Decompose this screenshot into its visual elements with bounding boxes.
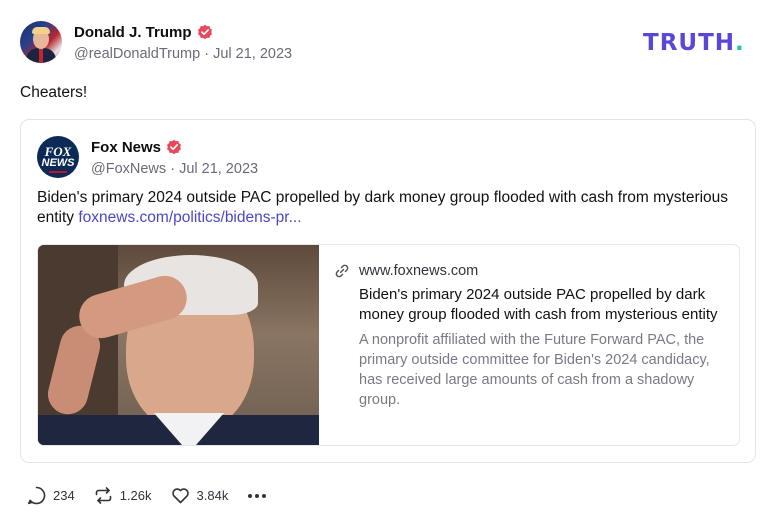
truth-logo[interactable]: TRUTH. [643,30,745,56]
logo-text: TRUTH [643,30,736,56]
link-domain-row: www.foxnews.com [334,261,724,281]
quoted-author-name-row: Fox News [91,137,258,157]
reply-button[interactable]: 234 [26,485,75,506]
quoted-author-block: Fox News @FoxNews · Jul 21, 2023 [91,137,258,178]
post-text: Cheaters! [20,84,88,101]
quoted-author-meta: @FoxNews · Jul 21, 2023 [91,161,258,177]
retruth-count: 1.26k [119,488,152,503]
quoted-author-handle[interactable]: @FoxNews [91,161,166,177]
link-preview-image[interactable] [38,245,319,445]
fox-news-avatar[interactable]: FOX NEWS [37,136,79,178]
meta-separator: · [204,46,210,62]
link-preview-meta: www.foxnews.com Biden's primary 2024 out… [334,261,724,410]
quoted-post-link[interactable]: foxnews.com/politics/bidens-pr... [78,209,301,226]
post-header: Donald J. Trump @realDonaldTrump · Jul 2… [20,21,292,63]
fox-avatar-top: FOX [44,143,72,159]
author-handle[interactable]: @realDonaldTrump [74,46,200,62]
reply-icon [28,486,46,505]
meta-separator: · [170,161,176,177]
quoted-post-text: Biden's primary 2024 outside PAC propell… [37,188,737,228]
quoted-post-card[interactable]: FOX NEWS Fox News @FoxNews · Jul 21, 202… [20,119,756,463]
like-button[interactable]: 3.84k [170,485,229,506]
retruth-button[interactable]: 1.26k [93,485,152,506]
author-meta: @realDonaldTrump · Jul 21, 2023 [74,46,292,62]
author-name-row: Donald J. Trump [74,22,292,42]
heart-icon [171,488,189,504]
logo-dot: . [735,30,745,56]
post-date[interactable]: Jul 21, 2023 [213,46,292,62]
quoted-author-name[interactable]: Fox News [91,139,161,156]
more-options-button[interactable] [246,486,268,506]
link-preview-card[interactable]: www.foxnews.com Biden's primary 2024 out… [37,244,740,446]
author-block: Donald J. Trump @realDonaldTrump · Jul 2… [74,22,292,63]
author-avatar[interactable] [20,21,62,63]
more-dots-icon [248,493,267,498]
verified-badge-icon [166,139,182,155]
link-icon [334,263,350,279]
link-description: A nonprofit affiliated with the Future F… [359,332,710,408]
link-domain: www.foxnews.com [359,263,479,279]
verified-badge-icon [197,24,213,40]
fox-avatar-bottom: NEWS [41,156,75,169]
link-title[interactable]: Biden's primary 2024 outside PAC propell… [359,285,724,325]
reply-count: 234 [53,488,75,503]
quoted-post-date[interactable]: Jul 21, 2023 [179,161,258,177]
like-count: 3.84k [196,488,229,503]
retruth-icon [95,487,112,504]
quoted-post-header: FOX NEWS Fox News @FoxNews · Jul 21, 202… [37,136,258,178]
post-actions-bar: 234 1.26k 3.84k [26,485,268,506]
author-name[interactable]: Donald J. Trump [74,24,192,41]
